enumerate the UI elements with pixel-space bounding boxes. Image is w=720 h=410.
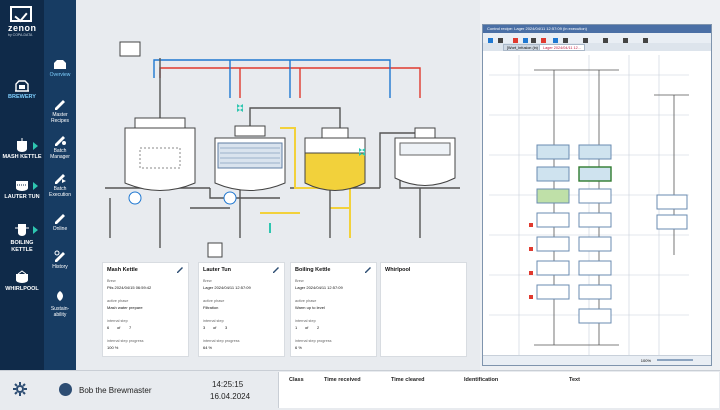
user-avatar-icon[interactable] [59, 383, 72, 396]
subnav-batch-manager[interactable]: Batch Manager [44, 132, 76, 166]
alarm-col-cleared[interactable]: Time cleared [391, 377, 425, 383]
expand-arrow-icon[interactable] [33, 182, 38, 190]
nav-whirlpool[interactable]: WHIRLPOOL [0, 268, 44, 312]
nav-boiling-kettle[interactable]: BOILING KETTLE [0, 220, 44, 264]
subnav-sustainability[interactable]: Sustain- ability [44, 288, 76, 322]
subnav-batch-execution[interactable]: Batch Execution [44, 170, 76, 204]
master-recipes-icon [55, 100, 65, 110]
nav-brewery[interactable]: BREWERY [0, 76, 44, 120]
whirlpool-tank[interactable] [394, 127, 456, 186]
subnav-online[interactable]: Online [44, 210, 76, 244]
options-icon[interactable] [272, 266, 280, 274]
brewery-icon [15, 80, 29, 92]
alarm-col-identification[interactable]: Identification [464, 377, 498, 383]
zenon-mark-icon [10, 6, 32, 22]
card-whirlpool[interactable]: Whirlpool [380, 262, 467, 357]
window-statusbar: 100% [483, 355, 711, 365]
alarm-col-class[interactable]: Class [289, 377, 304, 383]
sustainability-icon [57, 291, 63, 301]
current-user[interactable]: Bob the Brewmaster [79, 386, 151, 395]
alarm-col-received[interactable]: Time received [324, 377, 361, 383]
lauter-tun-icon [16, 181, 28, 191]
boiling-kettle-icon [15, 224, 29, 236]
process-diagram [105, 41, 460, 258]
batch-manager-icon [55, 136, 66, 146]
zoom-slider[interactable] [657, 359, 693, 361]
zenon-logo: zenon by COPA-DATA [6, 6, 38, 37]
mash-kettle-icon [17, 138, 27, 152]
subnav-master-recipes[interactable]: Master Recipes [44, 96, 76, 130]
overview-icon [54, 60, 66, 69]
lauter-tun-tank[interactable] [207, 125, 286, 258]
batch-execution-icon [55, 174, 66, 184]
gear-icon[interactable] [12, 381, 28, 397]
card-boiling-kettle[interactable]: Boiling Kettle Brew Lager 2024/04/11 12:… [290, 262, 377, 357]
history-icon [54, 250, 65, 262]
subnav-overview[interactable]: Overview [44, 56, 76, 90]
options-icon[interactable] [364, 266, 372, 274]
tab-lager[interactable]: Lager 2024/04/11 12... [539, 44, 585, 51]
clock-date: 16.04.2024 [210, 392, 251, 401]
clock-time: 14:25:15 [212, 380, 244, 389]
recipe-flowchart[interactable] [489, 55, 689, 355]
mash-kettle-tank[interactable] [119, 41, 196, 205]
expand-arrow-icon[interactable] [33, 142, 38, 150]
expand-arrow-icon[interactable] [33, 226, 38, 234]
card-lauter-tun[interactable]: Lauter Tun Brew Lager 2024/04/11 12:57:0… [198, 262, 285, 357]
options-icon[interactable] [176, 266, 184, 274]
control-recipe-window: Control recipe: Lager 2024/04/11 12:57:0… [482, 24, 712, 366]
card-mash-kettle[interactable]: Mash Kettle Brew Pils 2024/04/15 06:59:4… [102, 262, 189, 357]
boiling-kettle-tank[interactable] [304, 127, 366, 191]
alarm-col-text[interactable]: Text [569, 377, 580, 383]
nav-lauter-tun[interactable]: LAUTER TUN [0, 176, 44, 220]
subnav-history[interactable]: History [44, 248, 76, 282]
online-icon [55, 214, 65, 224]
nav-mash-kettle[interactable]: MASH KETTLE [0, 136, 44, 180]
alarm-list[interactable]: Class Time received Time cleared Identif… [278, 372, 719, 408]
tab-wort-infusion[interactable]: [Wort_Infusion (in) [503, 44, 542, 51]
whirlpool-icon [16, 270, 28, 283]
